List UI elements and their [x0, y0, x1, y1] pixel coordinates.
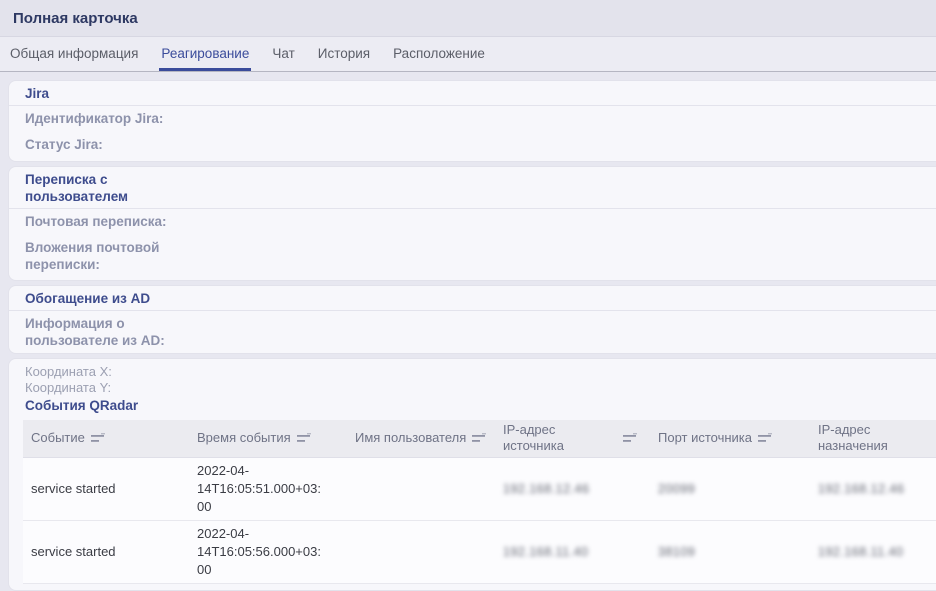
sort-icon[interactable]: [623, 432, 638, 444]
field-jira-status: Статус Jira:: [9, 132, 936, 161]
panel-qradar-events: Координата X: Координата Y: События QRad…: [8, 358, 936, 591]
event-time-value: 2022-04-14T16:05:56.000+03:00: [197, 525, 323, 579]
panel-ad-enrichment: Обогащение из AD Информация о пользовате…: [8, 285, 936, 354]
column-header-source-port[interactable]: Порт источника: [650, 420, 810, 457]
redacted-source-port: 38109: [658, 545, 695, 559]
page-title: Полная карточка: [13, 10, 138, 27]
cell-event-time: 2022-04-14T16:05:51.000+03:00: [189, 457, 347, 520]
cell-destination-ip: 192.168.12.46: [810, 457, 936, 520]
sort-icon[interactable]: [297, 432, 312, 444]
panel-user-correspondence: Переписка с пользователем Почтовая переп…: [8, 166, 936, 281]
cell-source-ip: 192.168.12.46: [495, 457, 650, 520]
column-header-event-time[interactable]: Время события: [189, 420, 347, 457]
column-label: IP-адрес назначения: [818, 422, 910, 454]
field-mail-attachments: Вложения почтовой переписки:: [9, 235, 936, 280]
redacted-destination-ip: 192.168.11.40: [818, 545, 904, 559]
panel-jira: Jira Идентификатор Jira: Статус Jira:: [8, 80, 936, 162]
tab-response[interactable]: Реагирование: [159, 37, 251, 71]
sort-icon[interactable]: [758, 432, 773, 444]
field-ad-user-info: Информация о пользователе из AD:: [9, 311, 936, 353]
qradar-events-table-container: Событие Время события: [23, 420, 936, 584]
cell-event: service started: [23, 457, 189, 520]
tab-general-info[interactable]: Общая информация: [8, 37, 140, 71]
field-label: Информация о пользователе из AD:: [25, 315, 190, 349]
cell-username: [347, 457, 495, 520]
column-label: IP-адрес источника: [503, 422, 595, 454]
field-mail-correspondence: Почтовая переписка:: [9, 209, 936, 235]
tab-history[interactable]: История: [316, 37, 372, 71]
section-title: Переписка с пользователем: [25, 171, 195, 205]
tab-location[interactable]: Расположение: [391, 37, 487, 71]
coordinate-y-label: Координата Y:: [9, 380, 936, 396]
cell-username: [347, 520, 495, 583]
column-header-event[interactable]: Событие: [23, 420, 189, 457]
window-titlebar: Полная карточка: [0, 0, 936, 37]
tab-chat[interactable]: Чат: [270, 37, 296, 71]
cell-source-ip: 192.168.11.40: [495, 520, 650, 583]
qradar-events-table: Событие Время события: [23, 420, 936, 584]
panel-jira-header: Jira: [9, 81, 936, 106]
sort-icon[interactable]: [91, 432, 106, 444]
cell-destination-ip: 192.168.11.40: [810, 520, 936, 583]
redacted-destination-ip: 192.168.12.46: [818, 482, 904, 496]
event-table-row[interactable]: service started 2022-04-14T16:05:56.000+…: [23, 520, 936, 583]
column-label: Событие: [31, 430, 85, 446]
column-header-destination-ip[interactable]: IP-адрес назначения: [810, 420, 936, 457]
panel-ad-header: Обогащение из AD: [9, 286, 936, 311]
field-label: Почтовая переписка:: [25, 213, 220, 230]
panel-correspondence-header: Переписка с пользователем: [9, 167, 936, 209]
section-title: Обогащение из AD: [25, 290, 225, 307]
cell-source-port: 38109: [650, 520, 810, 583]
event-time-value: 2022-04-14T16:05:51.000+03:00: [197, 462, 323, 516]
section-title: Jira: [25, 85, 225, 102]
event-table-row[interactable]: service started 2022-04-14T16:05:51.000+…: [23, 457, 936, 520]
redacted-source-port: 20099: [658, 482, 695, 496]
cell-event: service started: [23, 520, 189, 583]
sort-icon[interactable]: [472, 432, 487, 444]
column-header-source-ip[interactable]: IP-адрес источника: [495, 420, 650, 457]
cell-event-time: 2022-04-14T16:05:56.000+03:00: [189, 520, 347, 583]
coordinate-x-label: Координата X:: [9, 364, 936, 380]
column-label: Имя пользователя: [355, 430, 466, 446]
redacted-source-ip: 192.168.12.46: [503, 482, 589, 496]
cell-source-port: 20099: [650, 457, 810, 520]
field-label: Идентификатор Jira:: [25, 110, 220, 127]
column-label: Порт источника: [658, 430, 752, 446]
column-label: Время события: [197, 430, 291, 446]
card-content: Jira Идентификатор Jira: Статус Jira: Пе…: [0, 72, 936, 591]
column-header-username[interactable]: Имя пользователя: [347, 420, 495, 457]
qradar-events-title: События QRadar: [9, 396, 936, 415]
field-label: Вложения почтовой переписки:: [25, 239, 200, 273]
tab-bar: Общая информация Реагирование Чат Истори…: [0, 37, 936, 72]
field-jira-id: Идентификатор Jira:: [9, 106, 936, 132]
field-label: Статус Jira:: [25, 136, 220, 153]
redacted-source-ip: 192.168.11.40: [503, 545, 589, 559]
table-header-row: Событие Время события: [23, 420, 936, 457]
